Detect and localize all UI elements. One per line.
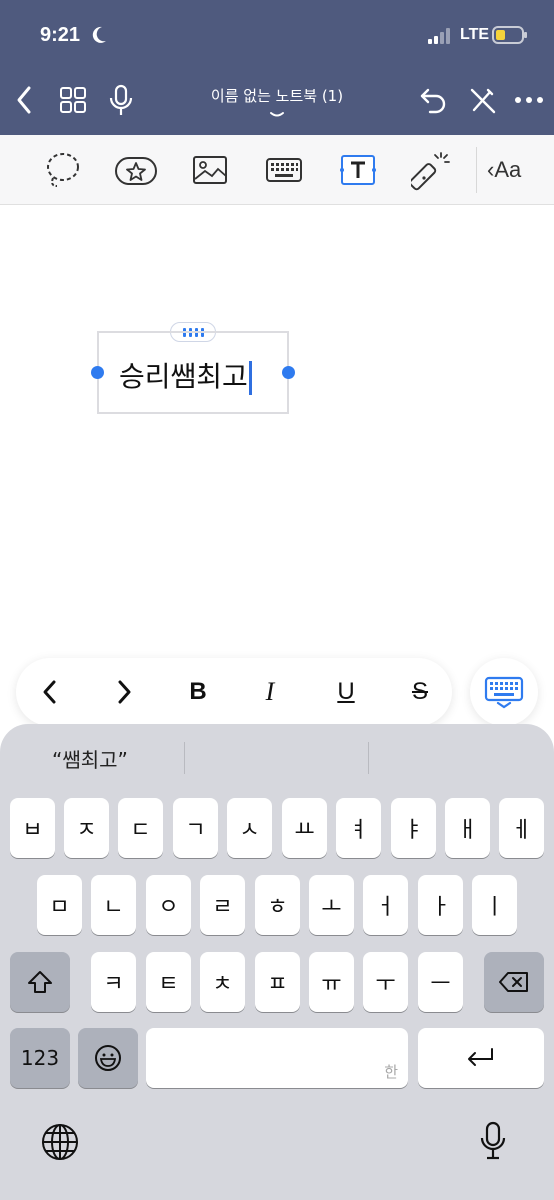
- key[interactable]: ㅍ: [255, 952, 300, 1012]
- undo-icon[interactable]: [418, 84, 448, 116]
- key[interactable]: ㅌ: [146, 952, 191, 1012]
- chevron-left-icon: [43, 680, 56, 704]
- hide-keyboard-button[interactable]: [470, 658, 538, 726]
- text-caret: [248, 361, 252, 395]
- key[interactable]: ㅠ: [309, 952, 354, 1012]
- laser-tool[interactable]: [410, 149, 454, 191]
- format-bar: B I U S: [16, 658, 452, 726]
- moon-icon: [92, 26, 106, 43]
- key[interactable]: ㅜ: [363, 952, 408, 1012]
- key[interactable]: ㅡ: [418, 952, 463, 1012]
- key[interactable]: ㅔ: [499, 798, 544, 858]
- sticker-tool[interactable]: [114, 149, 158, 191]
- key[interactable]: ㅁ: [37, 875, 82, 935]
- space-language-label: 한: [384, 1063, 398, 1081]
- sticker-icon: [115, 157, 157, 185]
- suggestion-1[interactable]: “쌤최고”: [52, 744, 128, 773]
- aa-label: Aa: [494, 157, 522, 182]
- chevron-down-icon[interactable]: [268, 110, 286, 120]
- return-icon: [468, 1048, 493, 1066]
- key[interactable]: ㄴ: [91, 875, 136, 935]
- image-icon: [193, 156, 227, 184]
- shift-icon: [28, 971, 52, 993]
- app-header: 9:21 LTE 이름 없는 노트북 (1): [0, 0, 554, 135]
- dictation-mic-icon[interactable]: [478, 1120, 508, 1162]
- backspace-icon: [499, 972, 528, 992]
- software-keyboard: “쌤최고” ㅂ ㅈ ㄷ ㄱ ㅅ ㅛ ㅕ ㅑ ㅐ ㅔ ㅁ ㄴ ㅇ ㄹ ㅎ ㅗ ㅓ …: [0, 724, 554, 1200]
- key[interactable]: ㅏ: [418, 875, 463, 935]
- keyboard-icon: [266, 158, 302, 182]
- text-box-content[interactable]: 승리쌤최고: [119, 355, 252, 395]
- keyboard-tool[interactable]: [262, 149, 306, 191]
- battery-icon: [492, 26, 527, 44]
- emoji-button[interactable]: [78, 1028, 138, 1088]
- key[interactable]: ㅛ: [282, 798, 327, 858]
- chevron-right-icon: [118, 680, 131, 704]
- strikethrough-button[interactable]: S: [396, 668, 444, 716]
- italic-button[interactable]: I: [246, 668, 294, 716]
- key[interactable]: ㅈ: [64, 798, 109, 858]
- space-bar[interactable]: 한: [146, 1028, 408, 1088]
- key[interactable]: ㅣ: [472, 875, 517, 935]
- textbox-tool[interactable]: [336, 149, 380, 191]
- key[interactable]: ㅐ: [445, 798, 490, 858]
- globe-icon[interactable]: [40, 1122, 80, 1162]
- key[interactable]: ㅕ: [336, 798, 381, 858]
- key[interactable]: ㅓ: [363, 875, 408, 935]
- text-format-toggle[interactable]: ‹Aa: [487, 157, 521, 183]
- keyboard-dismiss-icon: [484, 676, 524, 709]
- lasso-icon: [47, 153, 79, 187]
- numbers-button[interactable]: 123: [10, 1028, 70, 1088]
- key[interactable]: ㄱ: [173, 798, 218, 858]
- suggestion-divider: [368, 742, 369, 774]
- key[interactable]: ㅅ: [227, 798, 272, 858]
- shift-button[interactable]: [10, 952, 70, 1012]
- emoji-icon: [95, 1045, 121, 1071]
- cursor-left-button[interactable]: [26, 668, 74, 716]
- key[interactable]: ㄹ: [200, 875, 245, 935]
- key[interactable]: ㅂ: [10, 798, 55, 858]
- network-label: LTE: [460, 26, 490, 43]
- laser-pointer-icon: [411, 152, 450, 191]
- key[interactable]: ㅊ: [200, 952, 245, 1012]
- underline-button[interactable]: U: [322, 668, 370, 716]
- key[interactable]: ㅇ: [146, 875, 191, 935]
- text-box-value: 승리쌤최고: [119, 360, 248, 393]
- key[interactable]: ㅎ: [255, 875, 300, 935]
- key[interactable]: ㅋ: [91, 952, 136, 1012]
- pen-off-icon[interactable]: [468, 84, 498, 116]
- key[interactable]: ㄷ: [118, 798, 163, 858]
- more-icon[interactable]: [514, 84, 544, 116]
- textbox-icon: [340, 155, 376, 185]
- delete-button[interactable]: [484, 952, 544, 1012]
- suggestion-divider: [184, 742, 185, 774]
- return-button[interactable]: [418, 1028, 544, 1088]
- bold-button[interactable]: B: [174, 668, 222, 716]
- resize-handle-right[interactable]: [282, 366, 295, 379]
- lasso-tool[interactable]: [41, 149, 85, 191]
- image-tool[interactable]: [188, 149, 232, 191]
- status-time: 9:21: [40, 24, 81, 46]
- text-box[interactable]: 승리쌤최고: [97, 331, 289, 414]
- resize-handle-left[interactable]: [91, 366, 104, 379]
- cursor-right-button[interactable]: [100, 668, 148, 716]
- key[interactable]: ㅑ: [391, 798, 436, 858]
- key[interactable]: ㅗ: [309, 875, 354, 935]
- toolbar-divider: [476, 147, 477, 193]
- signal-icon: [428, 28, 450, 44]
- tool-bar: ‹Aa: [0, 135, 554, 205]
